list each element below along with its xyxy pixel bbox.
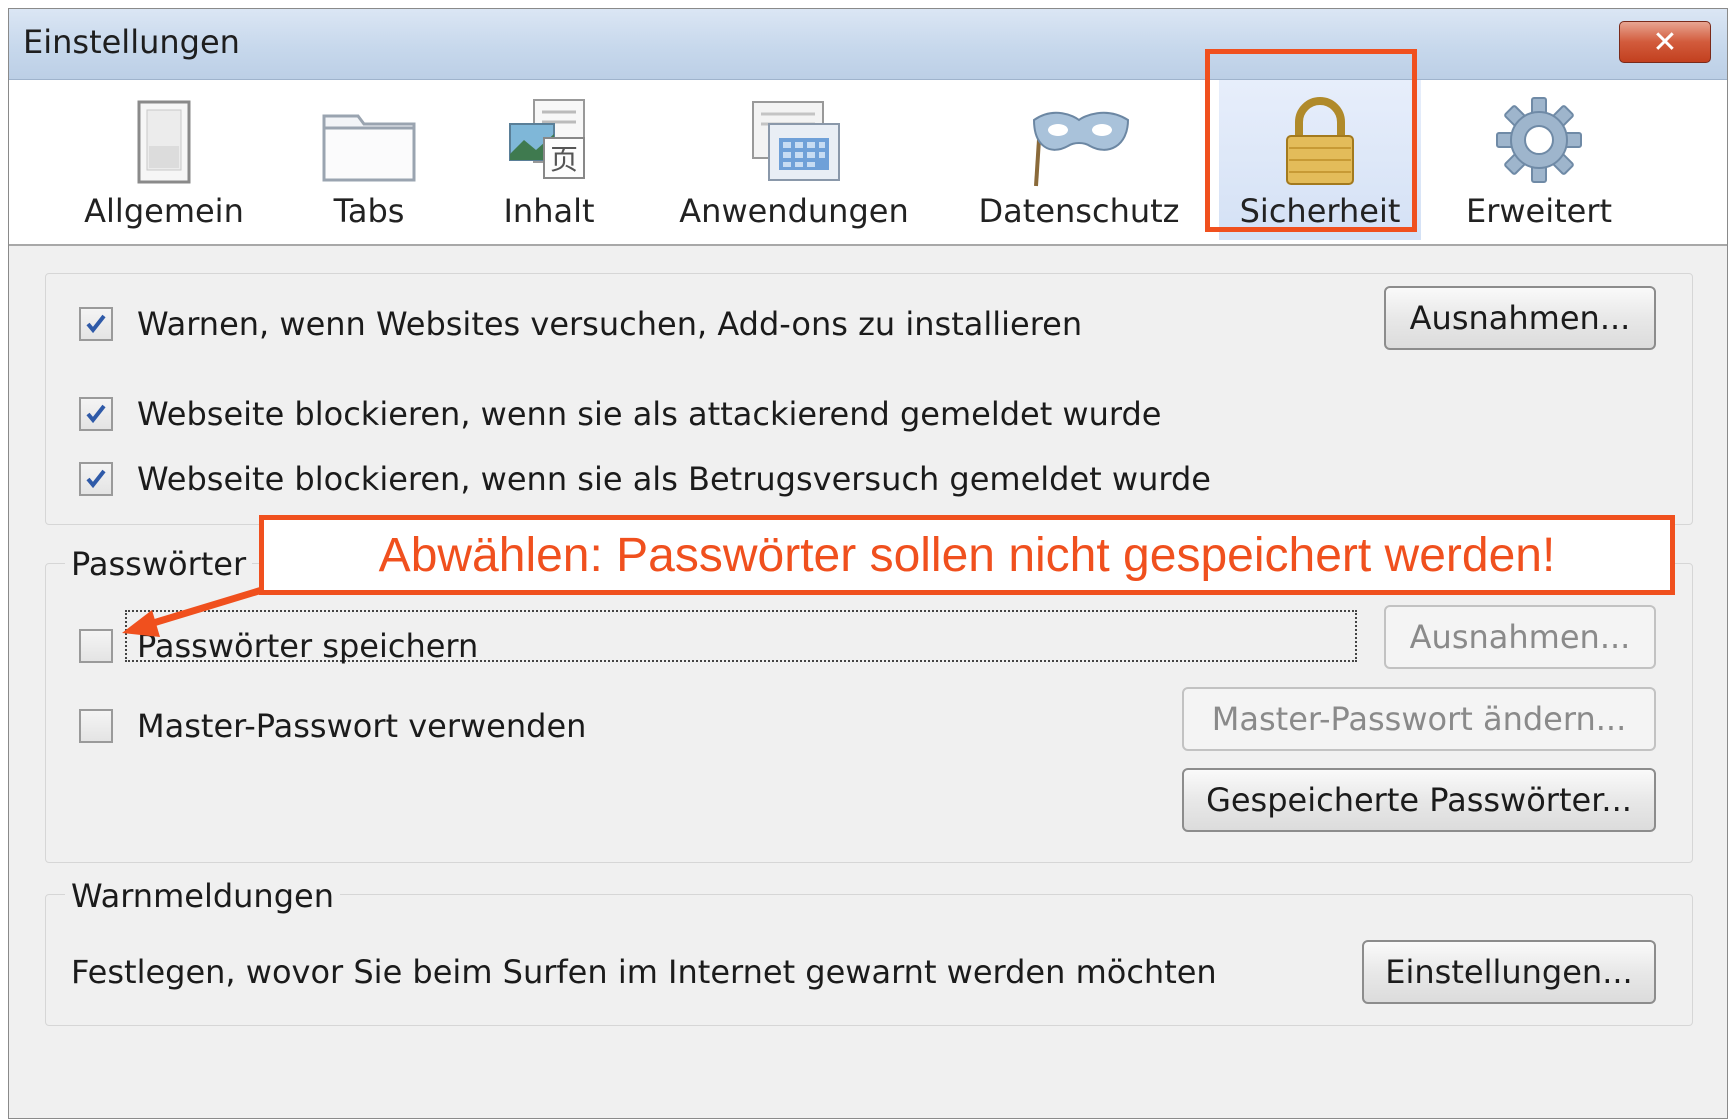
annotation-arrow [122, 586, 264, 637]
